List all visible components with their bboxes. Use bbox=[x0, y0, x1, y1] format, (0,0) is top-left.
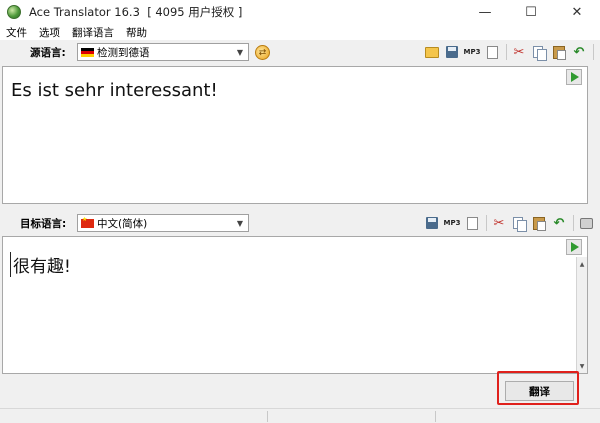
source-language-value: 检测到德语 bbox=[97, 46, 150, 59]
source-text: Es ist sehr interessant! bbox=[11, 80, 218, 101]
toolbar-separator bbox=[506, 44, 507, 60]
undo-icon[interactable]: ↶ bbox=[571, 44, 587, 60]
target-text: 很有趣! bbox=[10, 252, 71, 277]
toolbar-separator bbox=[573, 215, 574, 231]
maximize-button[interactable]: ☐ bbox=[508, 0, 554, 24]
target-text-area[interactable]: 很有趣! ▲ ▼ bbox=[2, 236, 588, 374]
play-icon bbox=[571, 72, 579, 82]
source-toolbar-icons: MP3 ✂ ↶ bbox=[424, 44, 600, 61]
toolbar-separator bbox=[486, 215, 487, 231]
toolbar-separator bbox=[593, 44, 594, 60]
window-controls: — ☐ ✕ bbox=[462, 0, 600, 24]
mp3-icon[interactable]: MP3 bbox=[464, 44, 481, 60]
menu-help[interactable]: 帮助 bbox=[126, 25, 147, 40]
source-text-area[interactable]: Es ist sehr interessant! bbox=[2, 66, 588, 204]
target-toolbar-icons: MP3 ✂ ↶ bbox=[424, 215, 598, 232]
cut-icon[interactable]: ✂ bbox=[511, 44, 527, 60]
copy-icon[interactable] bbox=[511, 215, 527, 232]
minimize-button[interactable]: — bbox=[462, 0, 508, 24]
status-bar bbox=[0, 408, 600, 423]
source-toolbar: 源语言: 检测到德语 ▼ ⇄ MP3 ✂ ↶ bbox=[0, 40, 600, 64]
chevron-down-icon: ▼ bbox=[236, 218, 244, 228]
status-divider bbox=[267, 411, 268, 422]
new-document-icon[interactable] bbox=[464, 215, 480, 231]
target-language-select[interactable]: 中文(简体) ▼ bbox=[77, 214, 249, 232]
speak-source-button[interactable] bbox=[566, 69, 582, 85]
menu-options[interactable]: 选项 bbox=[39, 25, 60, 40]
target-toolbar: 目标语言: 中文(简体) ▼ MP3 ✂ ↶ bbox=[0, 211, 600, 235]
chevron-down-icon: ▼ bbox=[236, 47, 244, 57]
target-language-label: 目标语言: bbox=[20, 217, 67, 230]
paste-icon[interactable] bbox=[551, 44, 567, 60]
source-language-select[interactable]: 检测到德语 ▼ bbox=[77, 43, 249, 61]
menu-bar: 文件 选项 翻译语言 帮助 bbox=[0, 24, 600, 40]
china-flag-icon bbox=[81, 216, 94, 228]
save-icon[interactable] bbox=[444, 44, 460, 60]
menu-file[interactable]: 文件 bbox=[6, 25, 27, 40]
new-document-icon[interactable] bbox=[484, 44, 500, 60]
translate-button[interactable]: 翻译 bbox=[505, 381, 574, 401]
undo-icon[interactable]: ↶ bbox=[551, 215, 567, 231]
scroll-down-icon[interactable]: ▼ bbox=[577, 361, 587, 371]
open-folder-icon[interactable] bbox=[424, 44, 440, 60]
play-icon bbox=[571, 242, 579, 252]
target-scrollbar[interactable]: ▲ ▼ bbox=[576, 257, 587, 373]
app-globe-icon bbox=[7, 5, 21, 19]
close-button[interactable]: ✕ bbox=[554, 0, 600, 24]
print-icon[interactable] bbox=[578, 215, 594, 231]
mp3-icon[interactable]: MP3 bbox=[444, 215, 461, 231]
swap-languages-icon[interactable]: ⇄ bbox=[255, 45, 270, 60]
germany-flag-icon bbox=[81, 47, 94, 57]
menu-languages[interactable]: 翻译语言 bbox=[72, 25, 114, 40]
save-icon[interactable] bbox=[424, 215, 440, 231]
copy-icon[interactable] bbox=[531, 44, 547, 61]
target-language-value: 中文(简体) bbox=[97, 217, 148, 230]
source-language-label: 源语言: bbox=[30, 46, 66, 59]
title-bar: Ace Translator 16.3 [ 4095 用户授权 ] — ☐ ✕ bbox=[0, 0, 600, 24]
cut-icon[interactable]: ✂ bbox=[491, 215, 507, 231]
window-title: Ace Translator 16.3 [ 4095 用户授权 ] bbox=[29, 5, 243, 19]
speak-target-button[interactable] bbox=[566, 239, 582, 255]
paste-icon[interactable] bbox=[531, 215, 547, 231]
status-divider bbox=[435, 411, 436, 422]
scroll-up-icon[interactable]: ▲ bbox=[577, 259, 587, 269]
